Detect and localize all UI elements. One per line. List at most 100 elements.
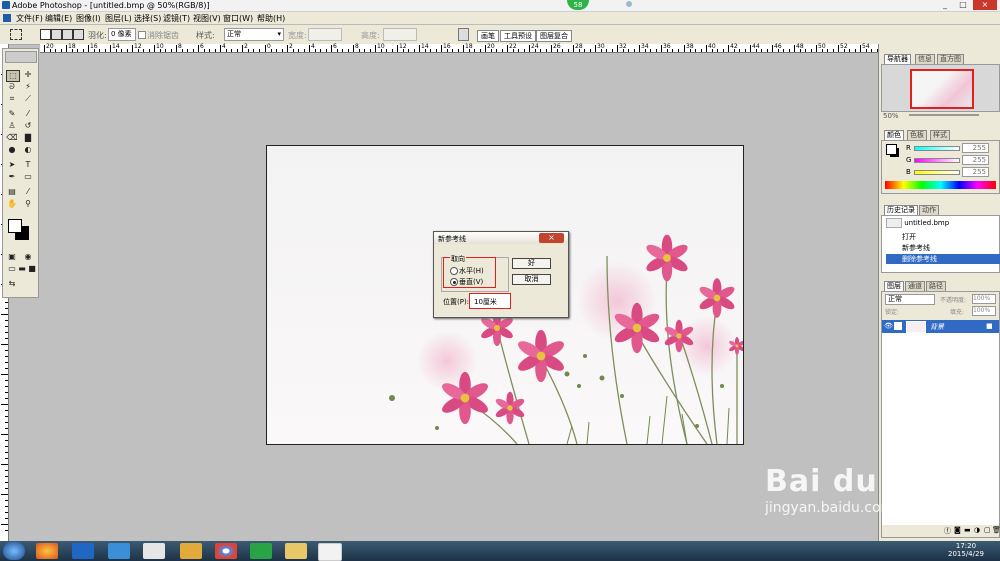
green-app-icon[interactable] — [250, 543, 272, 559]
tab-actions[interactable]: 动作 — [919, 205, 939, 215]
antialias-checkbox[interactable] — [138, 31, 146, 39]
magic-wand-icon[interactable]: ⚡ — [22, 82, 34, 92]
ok-button[interactable]: 好 — [512, 258, 551, 269]
ie-browser-icon[interactable] — [72, 543, 94, 559]
gradient-tool-icon[interactable]: ▇ — [22, 133, 34, 143]
path-select-icon[interactable]: ➤ — [6, 160, 18, 170]
screen-mode-full-icon[interactable]: ■ — [26, 264, 38, 274]
clone-stamp-icon[interactable]: ♙ — [6, 121, 18, 131]
dialog-title-bar[interactable]: 新参考线 × — [434, 232, 568, 244]
history-item[interactable]: 打开 — [886, 232, 1000, 242]
channel-b-slider[interactable] — [914, 170, 960, 175]
close-window-button[interactable]: × — [973, 0, 997, 10]
document-icon[interactable] — [458, 28, 469, 41]
navigator-preview[interactable] — [881, 64, 1000, 112]
type-tool-icon[interactable]: T — [22, 160, 34, 170]
menu-edit[interactable]: 编辑(E) — [45, 13, 72, 24]
brush-link-icon[interactable] — [894, 322, 902, 330]
cancel-button[interactable]: 取消 — [512, 274, 551, 285]
channel-r-value[interactable]: 255 — [962, 143, 989, 153]
layer-row-background[interactable]: 👁 背景 ■ — [882, 320, 999, 333]
brush-tool-icon[interactable]: ⁄ — [22, 109, 34, 119]
dialog-close-button[interactable]: × — [539, 233, 564, 243]
channel-g-value[interactable]: 255 — [962, 155, 989, 165]
new-set-icon[interactable]: ▬ — [964, 526, 971, 534]
channel-r-slider[interactable] — [914, 146, 960, 151]
height-input[interactable] — [383, 28, 417, 41]
move-tool-icon[interactable]: ✛ — [22, 70, 34, 80]
qq-app-icon[interactable] — [180, 543, 202, 559]
intersect-selection-icon[interactable] — [73, 29, 84, 40]
width-input[interactable] — [308, 28, 342, 41]
add-selection-icon[interactable] — [51, 29, 62, 40]
quickmask-mode-icon[interactable]: ◉ — [22, 252, 34, 262]
navigator-zoom-slider[interactable] — [909, 114, 979, 116]
tab-styles[interactable]: 样式 — [930, 130, 950, 140]
navigator-view-box[interactable] — [910, 69, 974, 109]
file-explorer-icon[interactable] — [285, 543, 307, 559]
horizontal-ruler[interactable]: 20 18 16 14 12 10 8 6 4 2 0 2 4 6 8 10 12 14 16 18 20 22 24 26 2… — [40, 43, 878, 53]
marquee-tool-icon[interactable]: ⬚ — [6, 70, 20, 82]
dock-tab-tool-presets[interactable]: 工具预设 — [500, 30, 536, 42]
clock[interactable]: 17:20 2015/4/29 — [948, 542, 984, 558]
menu-select[interactable]: 选择(S) — [134, 13, 161, 24]
color-spectrum-bar[interactable] — [885, 181, 996, 189]
tab-info[interactable]: 信息 — [915, 54, 935, 64]
fill-input[interactable]: 100% — [972, 306, 996, 316]
layer-mask-icon[interactable]: ◙ — [954, 526, 961, 534]
tab-channels[interactable]: 通道 — [905, 281, 925, 291]
healing-brush-icon[interactable]: ✎ — [6, 109, 18, 119]
menu-file[interactable]: 文件(F) — [16, 13, 43, 24]
blend-mode-select[interactable]: 正常 — [885, 294, 935, 305]
eyedropper-icon[interactable]: ⁄ — [22, 187, 34, 197]
history-snapshot[interactable]: untitled.bmp — [886, 218, 998, 228]
start-button[interactable] — [3, 542, 25, 560]
navigator-zoom[interactable]: 50% — [883, 112, 899, 120]
photoshop-taskbar-icon[interactable] — [318, 543, 342, 561]
adjustment-layer-icon[interactable]: ◑ — [974, 526, 980, 534]
tab-history[interactable]: 历史记录 — [884, 205, 918, 215]
pen-tool-icon[interactable]: ✒ — [6, 172, 18, 182]
tab-color[interactable]: 颜色 — [884, 130, 904, 140]
vertical-radio[interactable] — [450, 278, 458, 286]
position-input[interactable]: 10厘米 — [474, 297, 497, 307]
slice-tool-icon[interactable]: ⟋ — [22, 94, 34, 104]
foreground-color-swatch[interactable] — [8, 219, 22, 233]
layer-style-icon[interactable]: ⓕ — [944, 526, 951, 536]
color-fg-swatch[interactable] — [886, 144, 897, 155]
tab-histogram[interactable]: 直方图 — [937, 54, 964, 64]
style-select[interactable]: 正常 ▾ — [224, 28, 284, 41]
menu-window[interactable]: 窗口(W) — [223, 13, 253, 24]
trash-icon[interactable]: 🗑 — [992, 526, 1000, 534]
zoom-tool-icon[interactable]: ⚲ — [22, 199, 34, 209]
history-item[interactable]: 新参考线 — [886, 243, 1000, 253]
tab-navigator[interactable]: 导航器 — [884, 54, 911, 64]
menu-help[interactable]: 帮助(H) — [257, 13, 285, 24]
horizontal-radio[interactable] — [450, 267, 458, 275]
app-360-icon[interactable] — [36, 543, 58, 559]
new-selection-icon[interactable] — [40, 29, 51, 40]
maximize-button[interactable]: □ — [955, 0, 971, 10]
eraser-tool-icon[interactable]: ⌫ — [6, 133, 18, 143]
channel-g-slider[interactable] — [914, 158, 960, 163]
standard-mode-icon[interactable]: ▣ — [6, 252, 18, 262]
menu-image[interactable]: 图像(I) — [76, 13, 101, 24]
history-item-selected[interactable]: 删除参考线 — [886, 254, 1000, 264]
marquee-preset-icon[interactable] — [10, 29, 22, 40]
menu-filter[interactable]: 滤镜(T) — [163, 13, 190, 24]
tab-layers[interactable]: 图层 — [884, 281, 904, 291]
chrome-icon[interactable] — [215, 543, 237, 559]
dock-tab-brushes[interactable]: 画笔 — [477, 30, 499, 42]
imageready-jump-icon[interactable]: ⇆ — [6, 279, 18, 289]
lasso-tool-icon[interactable]: ᘐ — [6, 82, 18, 92]
notepad-icon[interactable] — [143, 543, 165, 559]
dodge-tool-icon[interactable]: ◐ — [22, 145, 34, 155]
menu-view[interactable]: 视图(V) — [193, 13, 221, 24]
shape-tool-icon[interactable]: ▭ — [22, 172, 34, 182]
history-brush-icon[interactable]: ↺ — [22, 121, 34, 131]
channel-b-value[interactable]: 255 — [962, 167, 989, 177]
menu-layer[interactable]: 图层(L) — [105, 13, 132, 24]
opacity-input[interactable]: 100% — [972, 294, 996, 304]
new-layer-icon[interactable]: ▢ — [984, 526, 991, 534]
dock-tab-layer-comps[interactable]: 图层复合 — [536, 30, 572, 42]
